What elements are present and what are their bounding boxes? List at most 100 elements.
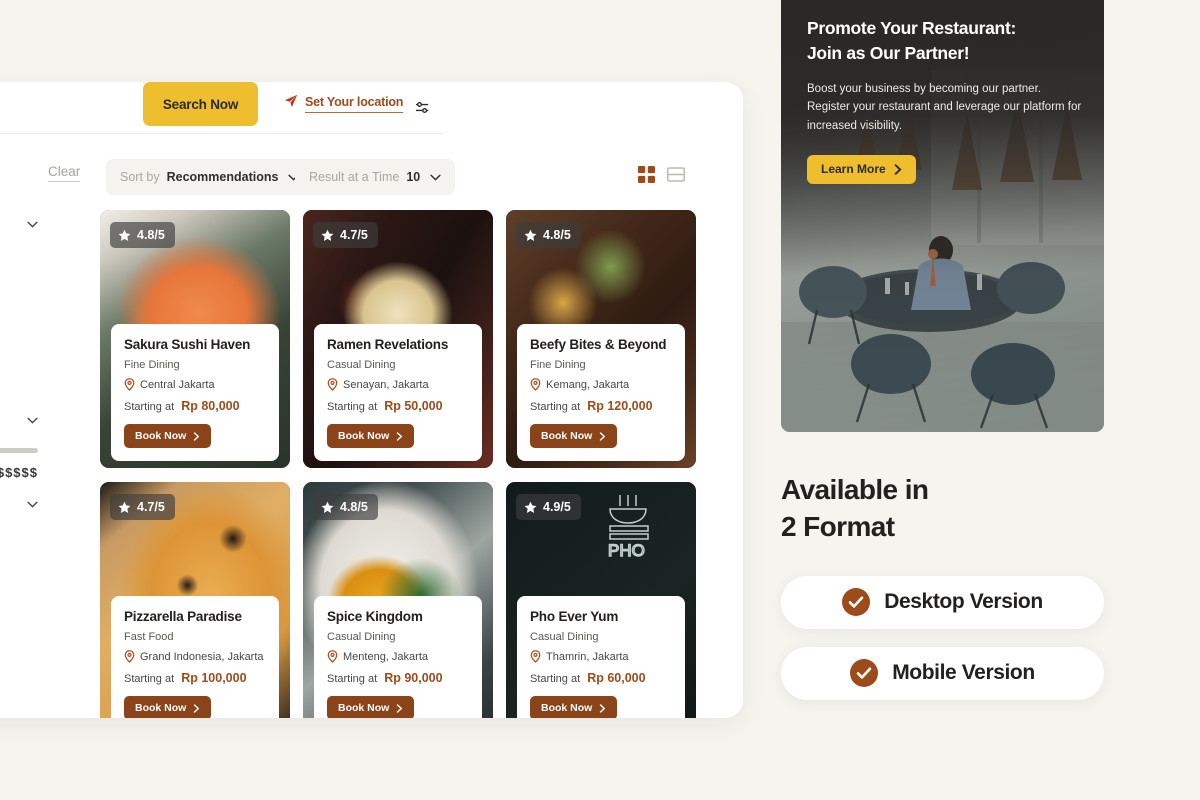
check-circle-icon (842, 588, 871, 617)
price-value: Rp 80,000 (181, 399, 240, 413)
restaurant-location-label: Kemang, Jakarta (546, 378, 630, 391)
map-pin-icon (530, 650, 541, 663)
formats-title-line1: Available in (781, 474, 929, 505)
filter-header-price[interactable]: Price Range (0, 406, 38, 434)
learn-more-label: Learn More (821, 162, 886, 177)
filter-header-cuisine[interactable]: Cuisine (0, 210, 38, 238)
book-now-button[interactable]: Book Now (327, 424, 415, 448)
book-now-button[interactable]: Book Now (530, 424, 618, 448)
restaurant-card[interactable]: 4.8/5 Beefy Bites & Beyond Fine Dining K… (506, 210, 696, 468)
restaurant-name: Beefy Bites & Beyond (530, 337, 667, 352)
price-prefix: Starting at (124, 401, 175, 413)
view-toggle (638, 166, 685, 183)
filter-option[interactable]: Indonesian (150) (0, 264, 38, 290)
map-pin-icon (124, 650, 135, 663)
app-panel: Search Now Set Your location Clear Sort … (0, 82, 743, 718)
chevron-down-icon (27, 221, 38, 228)
restaurant-card[interactable]: 4.7/5 Ramen Revelations Casual Dining Se… (303, 210, 493, 468)
promo-banner[interactable]: Promote Your Restaurant: Join as Our Par… (781, 0, 1104, 432)
book-now-button[interactable]: Book Now (327, 696, 415, 718)
price-value: Rp 120,000 (587, 399, 653, 413)
restaurant-info: Spice Kingdom Casual Dining Menteng, Jak… (314, 596, 482, 718)
star-icon (118, 229, 131, 241)
map-pin-icon (530, 378, 541, 391)
restaurant-price: Starting at Rp 50,000 (327, 399, 470, 413)
mobile-version-label: Mobile Version (892, 661, 1035, 685)
star-icon (524, 229, 537, 241)
restaurant-price: Starting at Rp 90,000 (327, 671, 470, 685)
clear-filters-button[interactable]: Clear (48, 164, 81, 182)
rating-value: 4.8/5 (340, 500, 368, 514)
filter-option[interactable]: Casual Dining (500) (0, 348, 38, 374)
restaurant-type: Fine Dining (530, 359, 586, 371)
list-view-icon[interactable] (667, 167, 685, 182)
chevron-right-icon (397, 431, 403, 441)
chevron-right-icon (397, 703, 403, 713)
chevron-right-icon (600, 431, 606, 441)
filter-section-price: Price Range $$$$$ (0, 406, 38, 480)
price-value: Rp 60,000 (587, 671, 646, 685)
restaurant-name: Ramen Revelations (327, 337, 449, 352)
slider-track[interactable] (0, 448, 38, 453)
send-icon (284, 94, 298, 113)
book-now-label: Book Now (338, 430, 390, 442)
desktop-version-button[interactable]: Desktop Version (781, 575, 1104, 629)
book-now-button[interactable]: Book Now (124, 696, 212, 718)
check-circle-icon (850, 659, 879, 688)
results-value: 10 (406, 170, 421, 184)
restaurant-location-label: Grand Indonesia, Jakarta (140, 650, 264, 663)
restaurant-price: Starting at Rp 120,000 (530, 399, 673, 413)
restaurant-location-label: Senayan, Jakarta (343, 378, 429, 391)
mobile-version-button[interactable]: Mobile Version (781, 646, 1104, 700)
results-toolbar: Clear Sort by Recommendations Result at … (0, 154, 743, 204)
set-location-link[interactable]: Set Your location (284, 94, 403, 113)
book-now-button[interactable]: Book Now (530, 696, 618, 718)
restaurant-name: Sakura Sushi Haven (124, 337, 251, 352)
sort-by-prefix: Sort by (120, 170, 160, 184)
results-per-page-dropdown[interactable]: Result at a Time 10 (295, 159, 456, 195)
desktop-version-label: Desktop Version (884, 590, 1043, 614)
restaurant-card[interactable]: PHO 4.9/5 Pho Ever Yum Casual Dining Tha… (506, 482, 696, 718)
restaurant-location-label: Central Jakarta (140, 378, 215, 391)
learn-more-button[interactable]: Learn More (807, 154, 916, 184)
sliders-icon[interactable] (401, 82, 443, 134)
book-now-label: Book Now (338, 702, 390, 714)
price-prefix: Starting at (124, 673, 175, 685)
restaurant-location: Kemang, Jakarta (530, 378, 673, 391)
chevron-down-icon (27, 417, 38, 424)
restaurant-card-grid: 4.8/5 Sakura Sushi Haven Fine Dining Cen… (100, 210, 720, 718)
restaurant-card[interactable]: 4.8/5 Sakura Sushi Haven Fine Dining Cen… (100, 210, 290, 468)
filter-option[interactable]: Dessert Shops (100) (0, 374, 38, 400)
chevron-right-icon (600, 703, 606, 713)
filter-option[interactable]: Italian (250) (0, 290, 38, 316)
chevron-right-icon (194, 431, 200, 441)
restaurant-location: Grand Indonesia, Jakarta (124, 650, 267, 663)
filter-header-rating[interactable]: Rating (0, 490, 38, 518)
restaurant-type: Casual Dining (327, 359, 396, 371)
restaurant-location: Senayan, Jakarta (327, 378, 470, 391)
book-now-label: Book Now (541, 702, 593, 714)
rating-value: 4.7/5 (137, 500, 165, 514)
search-now-button[interactable]: Search Now (143, 82, 258, 126)
svg-text:PHO: PHO (608, 541, 645, 560)
formats-title: Available in 2 Format (781, 472, 1106, 546)
results-prefix: Result at a Time (309, 170, 400, 184)
filter-option[interactable]: Japanese (300) (0, 238, 38, 264)
price-prefix: Starting at (530, 401, 581, 413)
price-range-slider[interactable] (0, 434, 38, 455)
restaurant-card[interactable]: 4.7/5 Pizzarella Paradise Fast Food Gran… (100, 482, 290, 718)
grid-view-icon[interactable] (638, 166, 655, 183)
restaurant-info: Beefy Bites & Beyond Fine Dining Kemang,… (517, 324, 685, 461)
restaurant-location: Menteng, Jakarta (327, 650, 470, 663)
chevron-down-icon (430, 174, 441, 181)
restaurant-card[interactable]: 4.8/5 Spice Kingdom Casual Dining Menten… (303, 482, 493, 718)
book-now-button[interactable]: Book Now (124, 424, 212, 448)
star-icon (524, 501, 537, 513)
filter-section-cuisine: Cuisine Japanese (300) Indonesian (150) … (0, 210, 38, 316)
restaurant-info: Ramen Revelations Casual Dining Senayan,… (314, 324, 482, 461)
price-value: Rp 100,000 (181, 671, 247, 685)
sort-by-dropdown[interactable]: Sort by Recommendations (106, 159, 314, 195)
filter-option[interactable]: Fine Dining (200) (0, 322, 38, 348)
restaurant-type: Fine Dining (124, 359, 180, 371)
rating-value: 4.8/5 (137, 228, 165, 242)
